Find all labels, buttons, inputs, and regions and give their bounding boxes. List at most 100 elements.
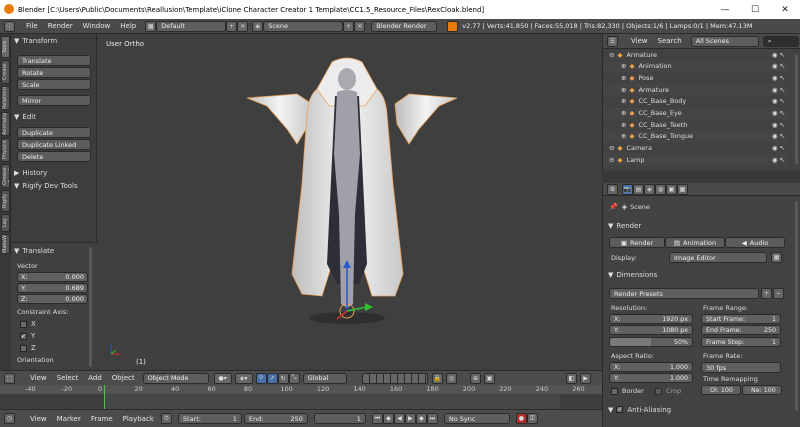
constraint-y-checkbox[interactable]: ✓ Y [20, 331, 97, 341]
menu-timeline-view[interactable]: View [25, 415, 52, 423]
add-layout-icon[interactable]: + [226, 20, 238, 32]
expand-icon[interactable]: ⊖ [609, 51, 614, 59]
world-tab-icon[interactable]: ◍ [655, 183, 666, 195]
maximize-button[interactable]: ☐ [740, 0, 770, 19]
outliner-row[interactable]: ⊕ ◆ CC_Base_Body ◉ ↖ [603, 96, 789, 107]
outliner-row[interactable]: ⊕ ◆ Armature ◉ ↖ [603, 84, 789, 96]
manipulator-icon[interactable]: ⟐ [255, 372, 267, 384]
tab-rigify[interactable]: Rigify [1, 190, 10, 212]
scene-tab-icon[interactable]: ◈ [644, 183, 655, 195]
dimensions-panel-header[interactable]: ▼ Dimensions [605, 269, 793, 280]
visibility-icon[interactable]: ◉ ↖ [772, 121, 785, 129]
editor-type-icon[interactable]: ⓘ [4, 20, 15, 32]
duplicate-linked-button[interactable]: Duplicate Linked [17, 139, 91, 150]
expand-icon[interactable]: ⊕ [621, 132, 626, 140]
layer-buttons[interactable] [362, 373, 428, 384]
remove-scene-icon[interactable]: ✕ [354, 20, 366, 32]
menu-select[interactable]: Select [52, 374, 84, 382]
play-icon[interactable]: ▶ [404, 413, 416, 424]
visibility-icon[interactable]: ◉ ↖ [772, 86, 785, 94]
3d-viewport[interactable]: User Ortho (1) [97, 34, 602, 370]
menu-view[interactable]: View [25, 374, 52, 382]
remap-new-field[interactable]: · Ne: 100 [742, 385, 782, 395]
play-reverse-icon[interactable]: ◀ [393, 413, 405, 424]
outliner-editor-icon[interactable]: ☰ [607, 35, 618, 47]
visibility-icon[interactable]: ◉ ↖ [772, 74, 785, 82]
render-layers-icon[interactable]: ▤ [633, 183, 644, 195]
tab-grease-pencil[interactable]: Grease Pencil [1, 164, 10, 188]
edit-panel-header[interactable]: ▼ Edit [11, 111, 96, 122]
remove-preset-icon[interactable]: − [773, 288, 784, 299]
transform-panel-header[interactable]: ▼ Transform [11, 35, 96, 46]
outliner-menu-search[interactable]: Search [653, 37, 687, 45]
screen-layout-select[interactable]: Default [156, 20, 227, 32]
translate-button[interactable]: Translate [17, 55, 91, 66]
menu-playback[interactable]: Playback [118, 415, 159, 423]
tab-animation[interactable]: Animation [1, 112, 10, 136]
render-preview-icon[interactable]: ◧ [566, 373, 577, 384]
outliner-row[interactable]: ⊖ ◆ Armature ◉ ↖ [603, 49, 789, 60]
next-keyframe-icon[interactable]: ◆ [415, 413, 427, 424]
menu-render[interactable]: Render [43, 22, 78, 30]
expand-icon[interactable]: ⊕ [621, 86, 626, 94]
expand-icon[interactable]: ⊕ [621, 121, 626, 129]
jump-end-icon[interactable]: ⏭ [426, 413, 438, 424]
timeline[interactable]: -40 -20 0 20 40 60 80 100 120 140 160 180 200 220 240 2… [0, 385, 602, 409]
vector-z-field[interactable]: Z: 0.000 [17, 294, 88, 304]
snap-target-icon[interactable]: ▣ [484, 373, 495, 384]
outliner-row[interactable]: ⊖ ◆ Lamp ◉ ↖ [603, 154, 789, 166]
resolution-percent-slider[interactable]: 50% [609, 337, 693, 347]
remap-old-field[interactable]: · Ol: 100 [701, 385, 741, 395]
screen-layout-icon[interactable]: ▦ [145, 20, 157, 32]
anti-aliasing-checkbox-icon[interactable]: ✓ [616, 406, 624, 413]
audio-button[interactable]: ◀ Audio [725, 237, 785, 248]
aspect-x-field[interactable]: X: 1.000 [609, 362, 693, 372]
resolution-y-field[interactable]: Y: 1080 px [609, 325, 693, 335]
render-panel-header[interactable]: ▼ Render [605, 220, 793, 231]
render-presets-select[interactable]: Render Presets [609, 288, 759, 299]
outliner-search-input[interactable]: ⌕ [762, 35, 799, 47]
pin-icon[interactable]: 📌 [609, 203, 618, 211]
properties-editor-icon[interactable]: ⚙ [607, 183, 618, 195]
duplicate-button[interactable]: Duplicate [17, 127, 91, 138]
shading-icon[interactable]: ●▾ [213, 372, 232, 384]
resolution-x-field[interactable]: X: 1920 px [609, 314, 693, 324]
operator-scrollbar[interactable] [89, 247, 92, 367]
scene-icon[interactable]: ◈ [252, 20, 264, 32]
history-panel-header[interactable]: ▶ History [11, 167, 96, 178]
add-scene-icon[interactable]: + [343, 20, 355, 32]
scale-manipulator-icon[interactable]: ⤡ [288, 372, 300, 384]
border-checkbox[interactable]: Border [611, 387, 644, 395]
frame-rate-select[interactable]: 30 fps [701, 362, 781, 373]
visibility-icon[interactable]: ◉ ↖ [772, 132, 785, 140]
keying-set-icon[interactable]: ⚿ [526, 413, 538, 424]
mode-select[interactable]: Object Mode [142, 372, 209, 384]
timeline-editor-icon[interactable]: ◷ [4, 413, 15, 424]
outliner-row[interactable]: ⊕ ◆ CC_Base_Tongue ◉ ↖ [603, 130, 789, 142]
menu-marker[interactable]: Marker [52, 415, 86, 423]
outliner-row[interactable]: ⊖ ◆ Camera ◉ ↖ [603, 143, 789, 154]
visibility-icon[interactable]: ◉ ↖ [772, 97, 785, 105]
transform-orientation-select[interactable]: Global [302, 372, 347, 384]
visibility-icon[interactable]: ◉ ↖ [772, 109, 785, 117]
aspect-y-field[interactable]: Y: 1.000 [609, 373, 693, 383]
lock-icon[interactable]: 🔒 [432, 373, 443, 384]
close-button[interactable]: ✕ [770, 0, 800, 19]
expand-icon[interactable]: ⊕ [621, 74, 626, 82]
outliner-row[interactable]: ⊕ ◆ Pose ◉ ↖ [603, 72, 789, 83]
rigify-panel-header[interactable]: ▼ Rigify Dev Tools [11, 180, 96, 191]
current-frame-field[interactable]: 1 [313, 413, 366, 424]
menu-add[interactable]: Add [83, 374, 107, 382]
outliner-menu-view[interactable]: View [626, 37, 653, 45]
start-frame-field[interactable]: Start: 1 [177, 413, 242, 424]
menu-window[interactable]: Window [78, 22, 116, 30]
pivot-icon[interactable]: ◈▾ [234, 372, 253, 384]
record-icon[interactable]: ● [515, 413, 527, 424]
tab-physics[interactable]: Physics [1, 138, 10, 162]
prev-keyframe-icon[interactable]: ◆ [382, 413, 394, 424]
rotate-manipulator-icon[interactable]: ↻ [277, 372, 289, 384]
menu-file[interactable]: File [21, 22, 43, 30]
outliner-row[interactable]: ⊕ ◆ CC_Base_Teeth ◉ ↖ [603, 119, 789, 130]
tab-create[interactable]: Create [1, 60, 10, 84]
add-preset-icon[interactable]: + [761, 288, 772, 299]
